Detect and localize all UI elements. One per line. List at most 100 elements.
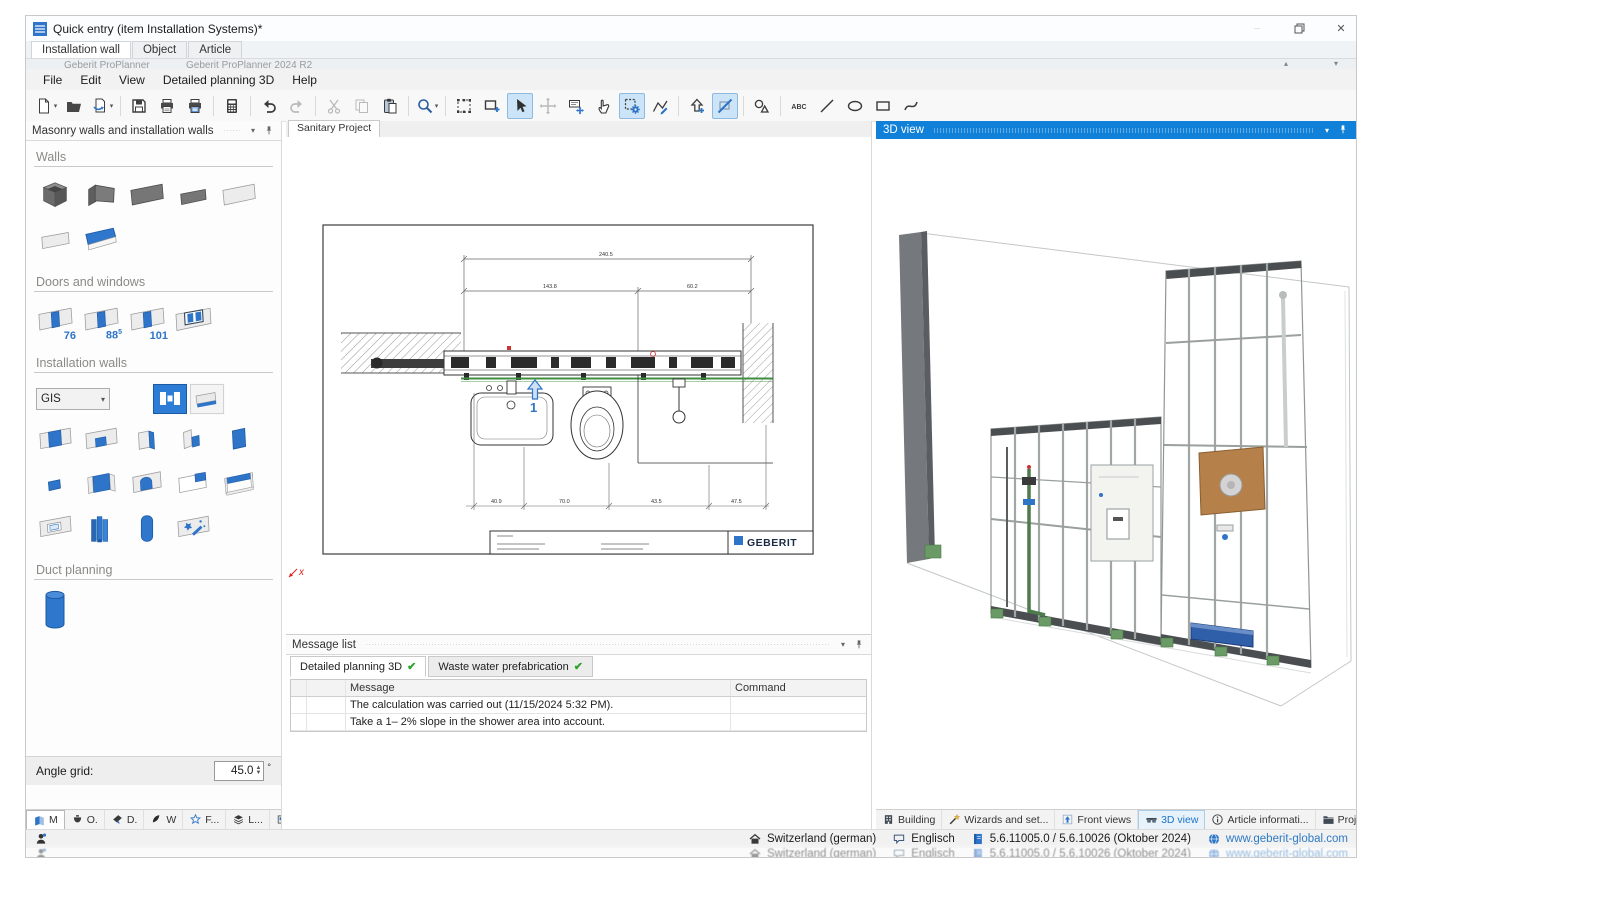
tab-object[interactable]: Object xyxy=(132,41,187,58)
spinner-buttons[interactable]: ▲▼ xyxy=(255,766,261,776)
system-dropdown[interactable]: GIS ▾ xyxy=(36,388,110,410)
thumb-window[interactable] xyxy=(170,301,216,343)
gis-wall-toggle[interactable] xyxy=(153,384,187,414)
thumb-iw-niche[interactable] xyxy=(124,464,170,506)
thumb-door-76[interactable]: 76 xyxy=(32,301,78,343)
menu-view[interactable]: View xyxy=(110,71,154,89)
tab-installation-wall[interactable]: Installation wall xyxy=(31,41,131,58)
pin-icon[interactable] xyxy=(1337,124,1349,136)
chevron-down-icon[interactable]: ▾ xyxy=(841,640,845,649)
rectangle-tool-button[interactable] xyxy=(870,93,896,119)
thumb-iw-fin[interactable] xyxy=(124,420,170,462)
thumb-wall-corner[interactable] xyxy=(78,176,124,218)
drag-handle[interactable] xyxy=(366,642,831,647)
message-tab-waste-water-prefabrication[interactable]: Waste water prefabrication✔ xyxy=(428,656,593,677)
label-move-button[interactable] xyxy=(563,93,589,119)
paste-button[interactable] xyxy=(377,93,403,119)
line-tool-button[interactable] xyxy=(814,93,840,119)
tab-sanitary-project[interactable]: Sanitary Project xyxy=(288,120,380,137)
panel-tab-project-folder[interactable]: Project xyxy=(1316,810,1356,829)
close-icon[interactable]: ✕ xyxy=(1332,20,1350,38)
area-settings-button[interactable] xyxy=(619,93,645,119)
menu-file[interactable]: File xyxy=(34,71,71,89)
polyline-button[interactable] xyxy=(647,93,673,119)
save-button[interactable] xyxy=(126,93,152,119)
chevron-down-icon[interactable]: ▾ xyxy=(1325,126,1329,135)
message-row[interactable]: The calculation was carried out (11/15/2… xyxy=(291,697,866,714)
sidebar-tab-f-tab[interactable]: F... xyxy=(183,810,226,829)
angle-grid-input[interactable]: 45.0 ▲▼ xyxy=(214,761,264,781)
column-message[interactable]: Message xyxy=(346,680,731,696)
select-area-button[interactable] xyxy=(451,93,477,119)
select-cursor-button[interactable] xyxy=(507,93,533,119)
zoom-tool-button[interactable]: ▾ xyxy=(414,93,440,119)
ellipse-tool-button[interactable] xyxy=(842,93,868,119)
thumb-iw-low-panel[interactable] xyxy=(32,464,78,506)
copy-button[interactable] xyxy=(349,93,375,119)
menu-help[interactable]: Help xyxy=(283,71,326,89)
sidebar-tab-l-tab[interactable]: L... xyxy=(226,810,270,829)
thumb-duct-vertical[interactable] xyxy=(32,589,78,631)
sidebar-tab-masonry-tab[interactable]: M xyxy=(26,810,65,829)
minimize-icon[interactable]: — xyxy=(1248,20,1266,38)
curve-tool-button[interactable] xyxy=(898,93,924,119)
menu-edit[interactable]: Edit xyxy=(71,71,110,89)
restore-icon[interactable] xyxy=(1290,20,1308,38)
thumb-wall-light-2[interactable] xyxy=(32,220,78,262)
thumb-door-88[interactable]: 885 xyxy=(78,301,124,343)
thumb-wall-short[interactable] xyxy=(170,176,216,218)
sidebar-tab-o-tab[interactable]: O. xyxy=(65,810,105,829)
shapes-button[interactable] xyxy=(749,93,775,119)
import-document-button[interactable]: ▾ xyxy=(89,93,115,119)
collapse-chevron-icon[interactable]: ▴ xyxy=(1284,59,1288,68)
message-row[interactable]: Take a 1– 2% slope in the shower area in… xyxy=(291,714,866,731)
print-preview-button[interactable] xyxy=(182,93,208,119)
hide-elements-button[interactable] xyxy=(712,93,738,119)
column-command[interactable]: Command xyxy=(731,680,866,696)
drag-handle[interactable] xyxy=(224,128,241,133)
status-website[interactable]: www.geberit-global.com xyxy=(1207,832,1348,846)
chevron-down-icon[interactable]: ▾ xyxy=(435,102,439,110)
thumb-iw-u-shape[interactable] xyxy=(78,464,124,506)
thumb-iw-partial[interactable] xyxy=(78,420,124,462)
expand-chevron-icon[interactable]: ▾ xyxy=(1334,59,1338,68)
print-button[interactable] xyxy=(154,93,180,119)
thumb-iw-corner-fin[interactable] xyxy=(170,420,216,462)
panel-tab-building[interactable]: Building xyxy=(876,810,942,829)
chevron-down-icon[interactable]: ▾ xyxy=(110,102,114,110)
thumb-iw-free-panel[interactable] xyxy=(216,420,262,462)
undo-button[interactable] xyxy=(256,93,282,119)
add-rectangle-button[interactable] xyxy=(479,93,505,119)
move-button[interactable] xyxy=(535,93,561,119)
redo-button[interactable] xyxy=(284,93,310,119)
3d-viewport[interactable] xyxy=(876,139,1356,810)
thumb-wall-straight[interactable] xyxy=(124,176,170,218)
chevron-down-icon[interactable]: ▾ xyxy=(251,126,255,135)
drawing-canvas[interactable]: 240.5 143.8 60.2 xyxy=(286,137,871,634)
thumb-iw-window-cutout[interactable] xyxy=(32,508,78,550)
panel-tab-wizards[interactable]: Wizards and set... xyxy=(942,810,1055,829)
new-document-button[interactable]: ▾ xyxy=(33,93,59,119)
thumb-door-101[interactable]: 101 xyxy=(124,301,170,343)
thumb-wall-highlighted[interactable] xyxy=(78,220,124,262)
text-abc-button[interactable]: ABC xyxy=(786,93,812,119)
panel-tab-front-views[interactable]: Front views xyxy=(1055,810,1138,829)
cut-button[interactable] xyxy=(321,93,347,119)
drag-handle[interactable] xyxy=(934,128,1315,133)
tab-article[interactable]: Article xyxy=(188,41,242,58)
thumb-wall-room[interactable] xyxy=(32,176,78,218)
thumb-iw-frame-open[interactable] xyxy=(216,464,262,506)
chevron-down-icon[interactable]: ▾ xyxy=(54,102,58,110)
sidebar-tab-i-tab[interactable]: I... xyxy=(270,810,281,829)
panel-tab-article-info[interactable]: Article informati... xyxy=(1205,810,1315,829)
thumb-wall-light[interactable] xyxy=(216,176,262,218)
hand-button[interactable] xyxy=(591,93,617,119)
sidebar-tab-w-tab[interactable]: W xyxy=(144,810,183,829)
sidebar-tab-d-tab[interactable]: D. xyxy=(105,810,145,829)
pin-icon[interactable] xyxy=(853,639,865,651)
menu-detailed-planning-3d[interactable]: Detailed planning 3D xyxy=(154,71,283,89)
thumb-iw-rounded[interactable] xyxy=(124,508,170,550)
thumb-iw-full-height[interactable] xyxy=(32,420,78,462)
open-folder-button[interactable] xyxy=(61,93,87,119)
status-website[interactable]: www.geberit-global.com xyxy=(1207,847,1348,858)
